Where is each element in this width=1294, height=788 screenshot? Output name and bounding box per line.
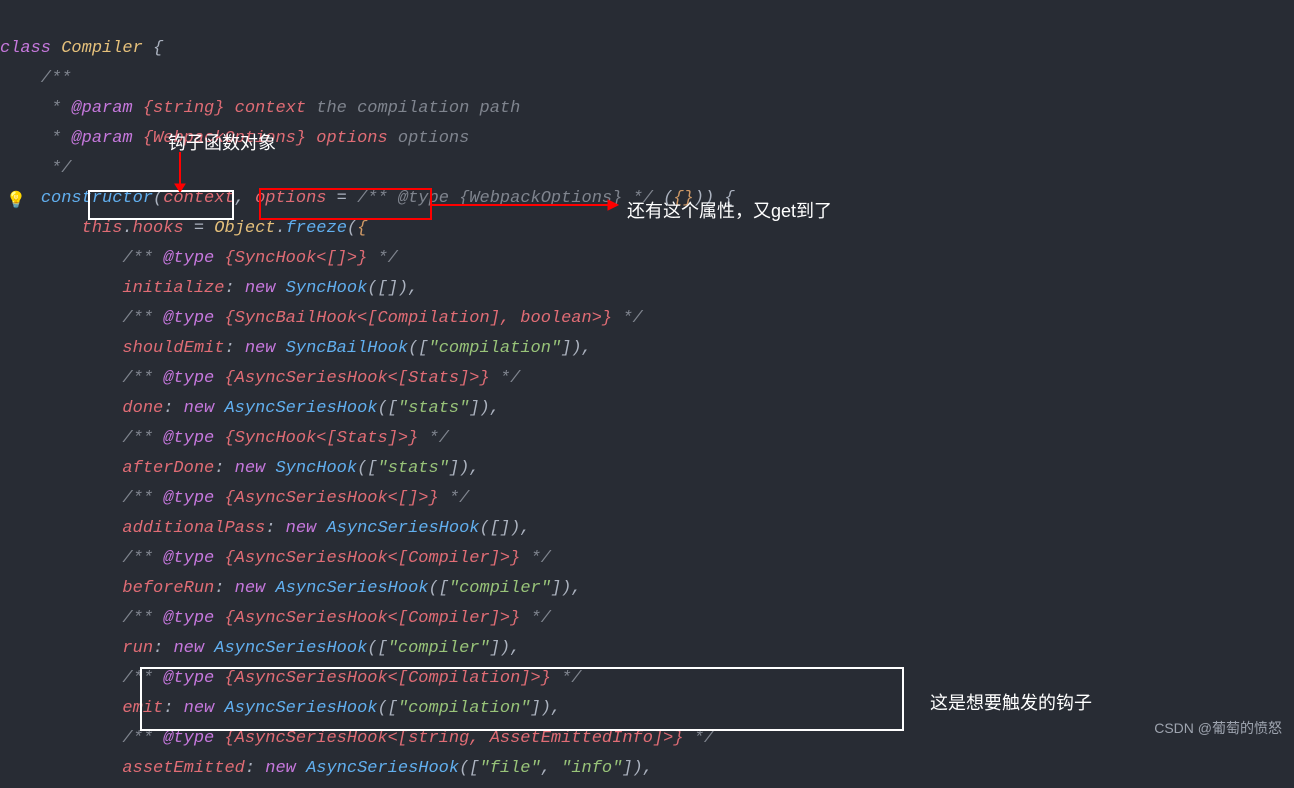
lightbulb-icon[interactable]: 💡 xyxy=(6,186,26,216)
arrow-right-icon xyxy=(430,198,620,212)
arrow-down-icon xyxy=(170,147,190,192)
highlight-box-freeze xyxy=(259,188,432,220)
highlight-box-hooks xyxy=(88,190,234,220)
annotation-emit-note: 这是想要触发的钩子 xyxy=(930,688,1092,718)
annotation-freeze-note: 还有这个属性，又get到了 xyxy=(627,196,832,226)
highlight-box-emit xyxy=(140,667,904,731)
watermark: CSDN @葡萄的愤怒 xyxy=(1154,713,1282,743)
